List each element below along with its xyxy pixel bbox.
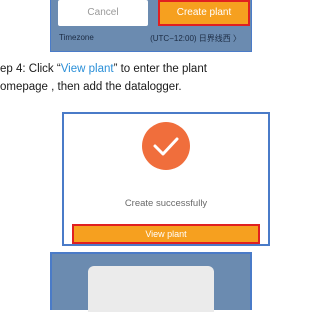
success-message: Create successfully bbox=[124, 198, 208, 209]
create-plant-button[interactable]: Create plant bbox=[158, 0, 250, 26]
instruction-line-2: omepage , then add the datalogger. bbox=[0, 81, 182, 93]
next-screen-screenshot bbox=[50, 252, 252, 312]
create-success-screenshot: Create successfully View plant bbox=[62, 112, 270, 246]
timezone-label: Timezone bbox=[59, 33, 94, 42]
instruction-prefix: ep 4: Click “ bbox=[0, 63, 61, 75]
view-plant-link: View plant bbox=[60, 63, 114, 75]
create-plant-screenshot: Cancel Create plant Timezone (UTC−12:00)… bbox=[50, 0, 252, 52]
step-instruction: ep 4: Click “View plant” to enter the pl… bbox=[0, 60, 296, 96]
view-plant-button[interactable]: View plant bbox=[72, 224, 260, 244]
dialog-button-row: Cancel Create plant bbox=[58, 0, 250, 27]
dialog-card bbox=[88, 266, 214, 312]
instruction-suffix: ” to enter the plant bbox=[113, 63, 207, 75]
timezone-row[interactable]: Timezone (UTC−12:00) 日界线西 〉 bbox=[59, 31, 247, 47]
timezone-value: (UTC−12:00) 日界线西 〉 bbox=[150, 34, 241, 43]
cancel-button[interactable]: Cancel bbox=[58, 0, 148, 26]
success-check-icon bbox=[142, 122, 190, 170]
